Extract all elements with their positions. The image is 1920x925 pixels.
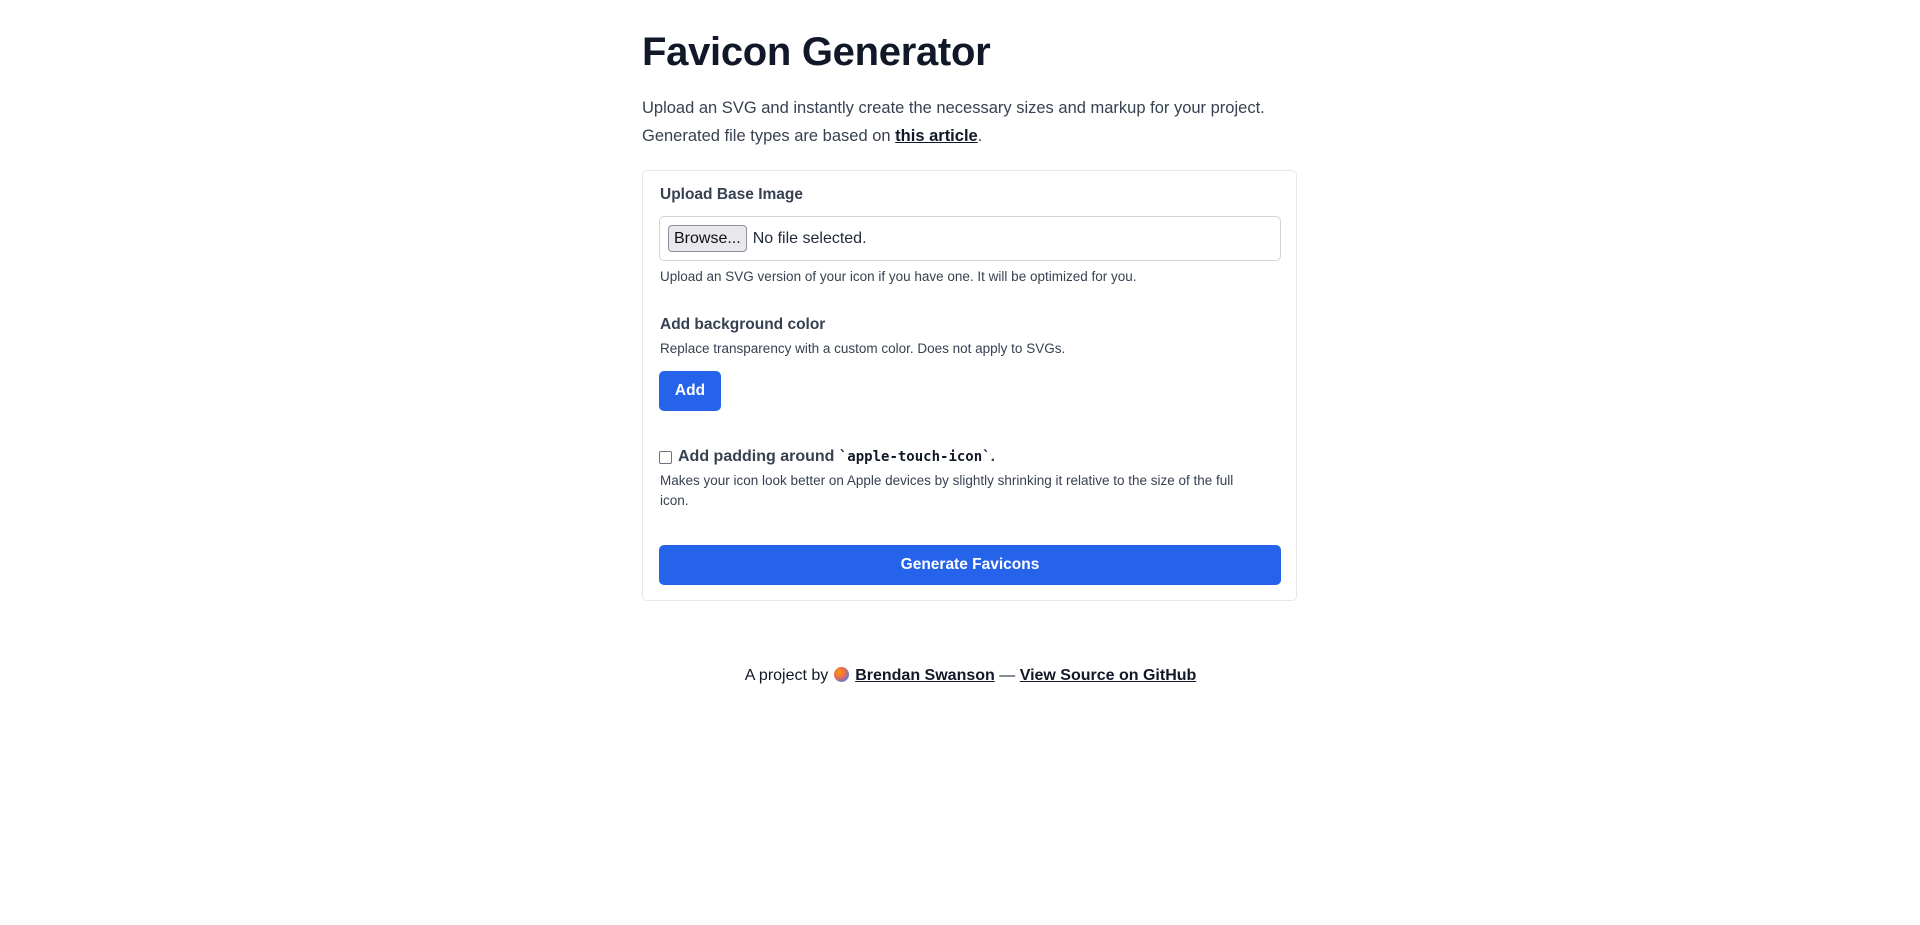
intro-line-1: Upload an SVG and instantly create the n… [642,99,1265,117]
footer-prefix: A project by [744,667,829,684]
article-link[interactable]: this article [895,127,978,145]
intro-text: Upload an SVG and instantly create the n… [642,94,1299,150]
padding-checkbox[interactable] [659,450,672,464]
file-upload-input[interactable]: Browse... No file selected. [659,216,1281,261]
background-color-label: Add background color [660,316,826,333]
padding-label-prefix: Add padding around [678,448,839,465]
generator-form-card: Upload Base Image Browse... No file sele… [642,170,1297,601]
author-link[interactable]: Brendan Swanson [855,667,995,684]
footer-separator: — [999,667,1016,684]
padding-checkbox-label[interactable]: Add padding around `apple-touch-icon`. [678,448,995,466]
page-title: Favicon Generator [642,30,991,74]
padding-label-code: `apple-touch-icon` [838,449,991,465]
padding-option[interactable]: Add padding around `apple-touch-icon`. [659,448,995,466]
intro-line-2-suffix: . [977,127,983,145]
browse-button[interactable]: Browse... [668,225,747,252]
file-status-text: No file selected. [752,229,867,247]
intro-line-2: Generated file types are based on this a… [642,122,1299,150]
padding-help-text: Makes your icon look better on Apple dev… [660,473,1234,508]
intro-line-2-prefix: Generated file types are based on [642,127,896,145]
background-color-help-text: Replace transparency with a custom color… [660,341,1066,356]
author-avatar [833,667,849,682]
padding-label-suffix: . [990,448,996,465]
github-source-link[interactable]: View Source on GitHub [1020,667,1197,684]
upload-label: Upload Base Image [660,186,803,203]
upload-help-text: Upload an SVG version of your icon if yo… [660,269,1137,284]
generate-favicons-button[interactable]: Generate Favicons [659,545,1281,585]
add-background-color-button[interactable]: Add [659,371,721,411]
footer: A project by Brendan Swanson — View Sour… [642,667,1299,685]
